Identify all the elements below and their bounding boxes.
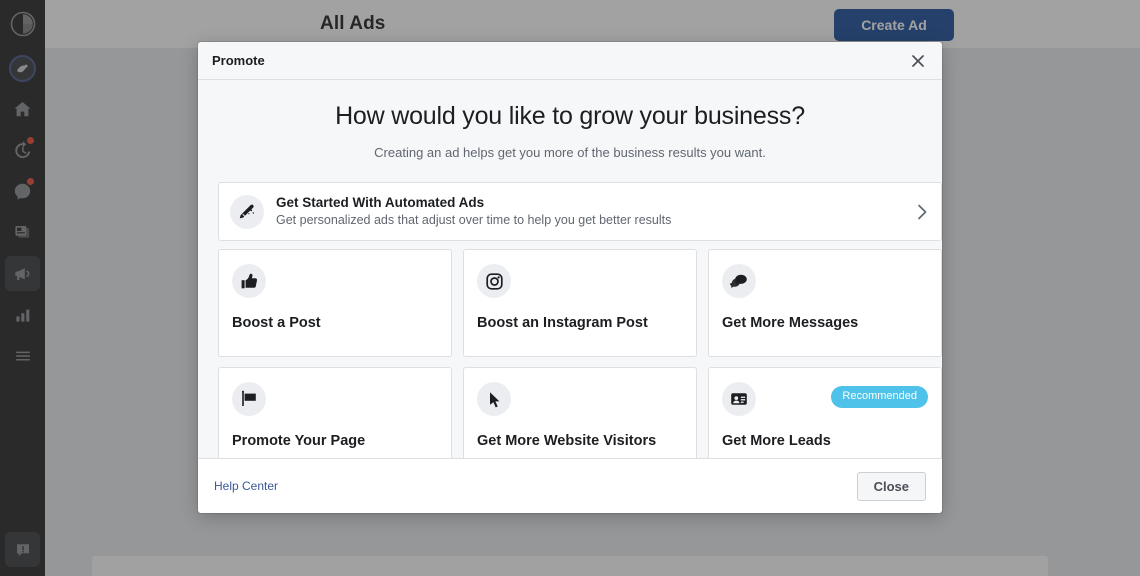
thumbs-up-icon: [232, 264, 266, 298]
option-card-label: Promote Your Page: [232, 433, 366, 449]
cursor-icon: [477, 382, 511, 416]
option-card-label: Get More Website Visitors: [477, 433, 657, 449]
promote-dialog: Promote How would you like to grow your …: [198, 42, 942, 513]
magic-wand-icon: [230, 194, 264, 229]
dialog-body: How would you like to grow your business…: [198, 80, 942, 458]
option-card-boost-instagram-post[interactable]: Boost an Instagram Post: [463, 249, 697, 357]
automated-ads-title: Get Started With Automated Ads: [276, 195, 485, 210]
dialog-subheadline: Creating an ad helps get you more of the…: [374, 145, 766, 160]
option-card-get-more-messages[interactable]: Get More Messages: [708, 249, 942, 357]
option-card-get-more-leads[interactable]: Recommended Get More Leads: [708, 367, 942, 458]
instagram-icon: [477, 264, 511, 298]
option-card-get-more-website-visitors[interactable]: Get More Website Visitors: [463, 367, 697, 458]
dialog-title: Promote: [212, 53, 265, 68]
option-card-label: Boost a Post: [232, 315, 321, 331]
messages-icon: [722, 264, 756, 298]
automated-ads-option[interactable]: Get Started With Automated Ads Get perso…: [218, 182, 942, 241]
chevron-right-icon: [916, 202, 929, 222]
flag-icon: [232, 382, 266, 416]
option-card-label: Get More Leads: [722, 433, 831, 449]
automated-ads-text: Get Started With Automated Ads Get perso…: [276, 194, 671, 229]
contact-card-icon: [722, 382, 756, 416]
option-cards: Boost a Post Boost an Instagram Post Get…: [218, 249, 942, 458]
automated-ads-subtitle: Get personalized ads that adjust over ti…: [276, 213, 672, 227]
close-icon[interactable]: [908, 51, 928, 71]
dialog-headline: How would you like to grow your business…: [335, 102, 805, 130]
dialog-header: Promote: [198, 42, 942, 80]
dialog-footer: Help Center Close: [198, 458, 942, 513]
help-center-link[interactable]: Help Center: [214, 479, 278, 493]
option-card-promote-your-page[interactable]: Promote Your Page: [218, 367, 452, 458]
option-card-label: Boost an Instagram Post: [477, 315, 648, 331]
status-badge: Recommended: [831, 386, 928, 408]
option-card-label: Get More Messages: [722, 315, 859, 331]
promotion-options: Get Started With Automated Ads Get perso…: [218, 182, 942, 458]
close-button[interactable]: Close: [856, 471, 926, 501]
option-card-boost-post[interactable]: Boost a Post: [218, 249, 452, 357]
